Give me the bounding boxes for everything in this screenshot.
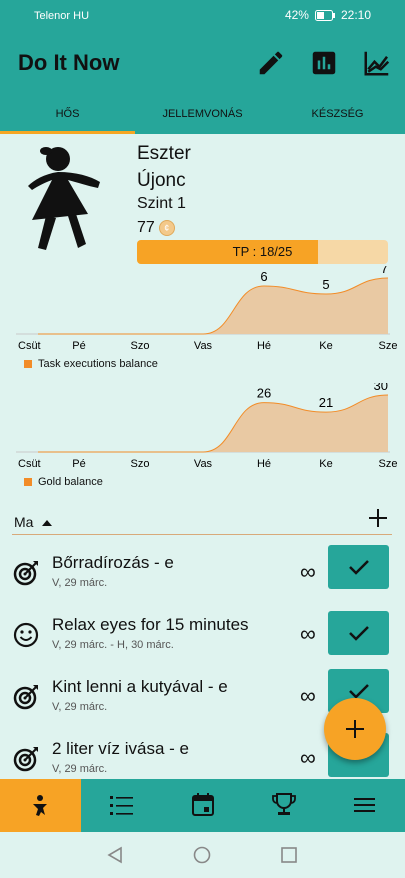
gold-amount: 77 <box>137 219 155 236</box>
coin-icon: ¢ <box>158 220 175 236</box>
divider <box>12 534 392 535</box>
x-tick-label: Csüt <box>18 458 41 469</box>
repeat-infinite-icon: ∞ <box>300 621 316 646</box>
complete-task-button[interactable] <box>328 545 389 589</box>
task-name: Relax eyes for 15 minutes <box>52 615 249 634</box>
task-item[interactable]: Bőrradírozás - e V, 29 márc. ∞ <box>0 545 405 607</box>
clock: 22:10 <box>340 8 371 22</box>
repeat-infinite-icon: ∞ <box>300 559 316 584</box>
tab-bar: HŐS JELLEMVONÁS KÉSZSÉG <box>0 94 405 134</box>
nav-hero[interactable] <box>0 779 81 832</box>
task-item[interactable]: Relax eyes for 15 minutes V, 29 márc. - … <box>0 607 405 669</box>
today-label: Ma <box>14 514 34 530</box>
hero-avatar <box>28 147 100 250</box>
repeat-infinite-icon: ∞ <box>300 745 316 770</box>
tp-progress-bar: TP : 18/25 <box>137 240 388 264</box>
battery-icon <box>314 9 335 21</box>
bottom-navigation <box>0 779 405 832</box>
task-name: 2 liter víz ivása - e <box>52 739 189 758</box>
tp-label: TP : 18/25 <box>232 244 293 259</box>
nav-achievements[interactable] <box>243 779 324 832</box>
tab-skills[interactable]: KÉSZSÉG <box>270 94 405 134</box>
gold-balance-chart: Csüt Pé Szo Vas Hé 26 Ke 21 Sze 30 <box>16 383 398 469</box>
sort-up-icon <box>42 520 53 526</box>
nav-menu[interactable] <box>324 779 405 832</box>
data-label: 6 <box>260 269 267 284</box>
trophy-icon <box>272 793 296 815</box>
x-tick-label: Vas <box>194 458 213 469</box>
plus-icon <box>346 720 364 738</box>
tab-hero[interactable]: HŐS <box>0 94 135 134</box>
target-icon <box>13 685 38 710</box>
calendar-icon <box>192 793 214 816</box>
task-name: Bőrradírozás - e <box>52 553 174 572</box>
hero-name: Eszter <box>137 143 191 164</box>
chart-legend-tasks: Task executions balance <box>24 358 158 370</box>
line-chart-icon[interactable] <box>362 48 392 78</box>
status-bar: Telenor HU 42% 22:10 <box>0 0 405 32</box>
recents-icon[interactable] <box>280 846 298 864</box>
x-tick-label: Szo <box>131 340 150 351</box>
x-tick-label: Ke <box>319 458 332 469</box>
repeat-infinite-icon: ∞ <box>300 683 316 708</box>
legend-label: Task executions balance <box>38 358 158 370</box>
check-icon <box>349 560 369 575</box>
nav-tasks[interactable] <box>81 779 162 832</box>
hero-gold: 77 ¢ <box>137 219 175 237</box>
x-tick-label: Ke <box>319 340 332 351</box>
complete-task-button[interactable] <box>328 611 389 655</box>
task-date: V, 29 márc. - H, 30 márc. <box>52 639 174 651</box>
smiley-icon <box>13 622 39 648</box>
bar-chart-icon[interactable] <box>309 48 339 78</box>
legend-label: Gold balance <box>38 476 103 488</box>
x-tick-label: Hé <box>257 340 271 351</box>
task-date: V, 29 márc. <box>52 701 108 713</box>
add-fab-button[interactable] <box>324 698 386 760</box>
hero-level: Szint 1 <box>137 195 186 212</box>
data-label: 7 <box>381 266 388 276</box>
x-tick-label: Pé <box>72 458 85 469</box>
target-icon <box>13 747 38 772</box>
chart-legend-gold: Gold balance <box>24 476 103 488</box>
add-task-icon[interactable] <box>366 506 390 530</box>
carrier-label: Telenor HU <box>34 10 90 22</box>
x-tick-label: Hé <box>257 458 271 469</box>
x-tick-label: Szo <box>131 458 150 469</box>
back-icon[interactable] <box>106 846 124 864</box>
hero-icon <box>33 795 47 816</box>
x-tick-label: Sze <box>379 458 398 469</box>
x-tick-label: Csüt <box>18 340 41 351</box>
tab-traits[interactable]: JELLEMVONÁS <box>135 94 270 134</box>
task-date: V, 29 márc. <box>52 763 108 775</box>
task-name: Kint lenni a kutyával - e <box>52 677 228 696</box>
x-tick-label: Vas <box>194 340 213 351</box>
nav-calendar[interactable] <box>162 779 243 832</box>
edit-icon[interactable] <box>256 48 286 78</box>
area-fill <box>16 278 388 334</box>
today-header[interactable]: Ma <box>14 514 53 530</box>
app-bar: Do It Now <box>0 32 405 94</box>
battery-percent: 42% <box>284 8 309 22</box>
x-tick-label: Sze <box>379 340 398 351</box>
task-date: V, 29 márc. <box>52 577 108 589</box>
data-label: 26 <box>257 386 271 401</box>
task-list-icon <box>110 796 133 815</box>
app-title: Do It Now <box>18 50 120 75</box>
data-label: 30 <box>374 383 388 393</box>
task-executions-chart: Csüt Pé Szo Vas Hé 6 Ke 5 Sze 7 <box>16 266 398 351</box>
check-icon <box>349 626 369 641</box>
hero-rank: Újonc <box>137 170 186 191</box>
system-navigation-bar <box>0 832 405 878</box>
home-icon[interactable] <box>193 846 211 864</box>
target-icon <box>13 561 38 586</box>
menu-icon <box>354 798 375 812</box>
x-tick-label: Pé <box>72 340 85 351</box>
data-label: 21 <box>319 395 333 410</box>
data-label: 5 <box>322 277 329 292</box>
